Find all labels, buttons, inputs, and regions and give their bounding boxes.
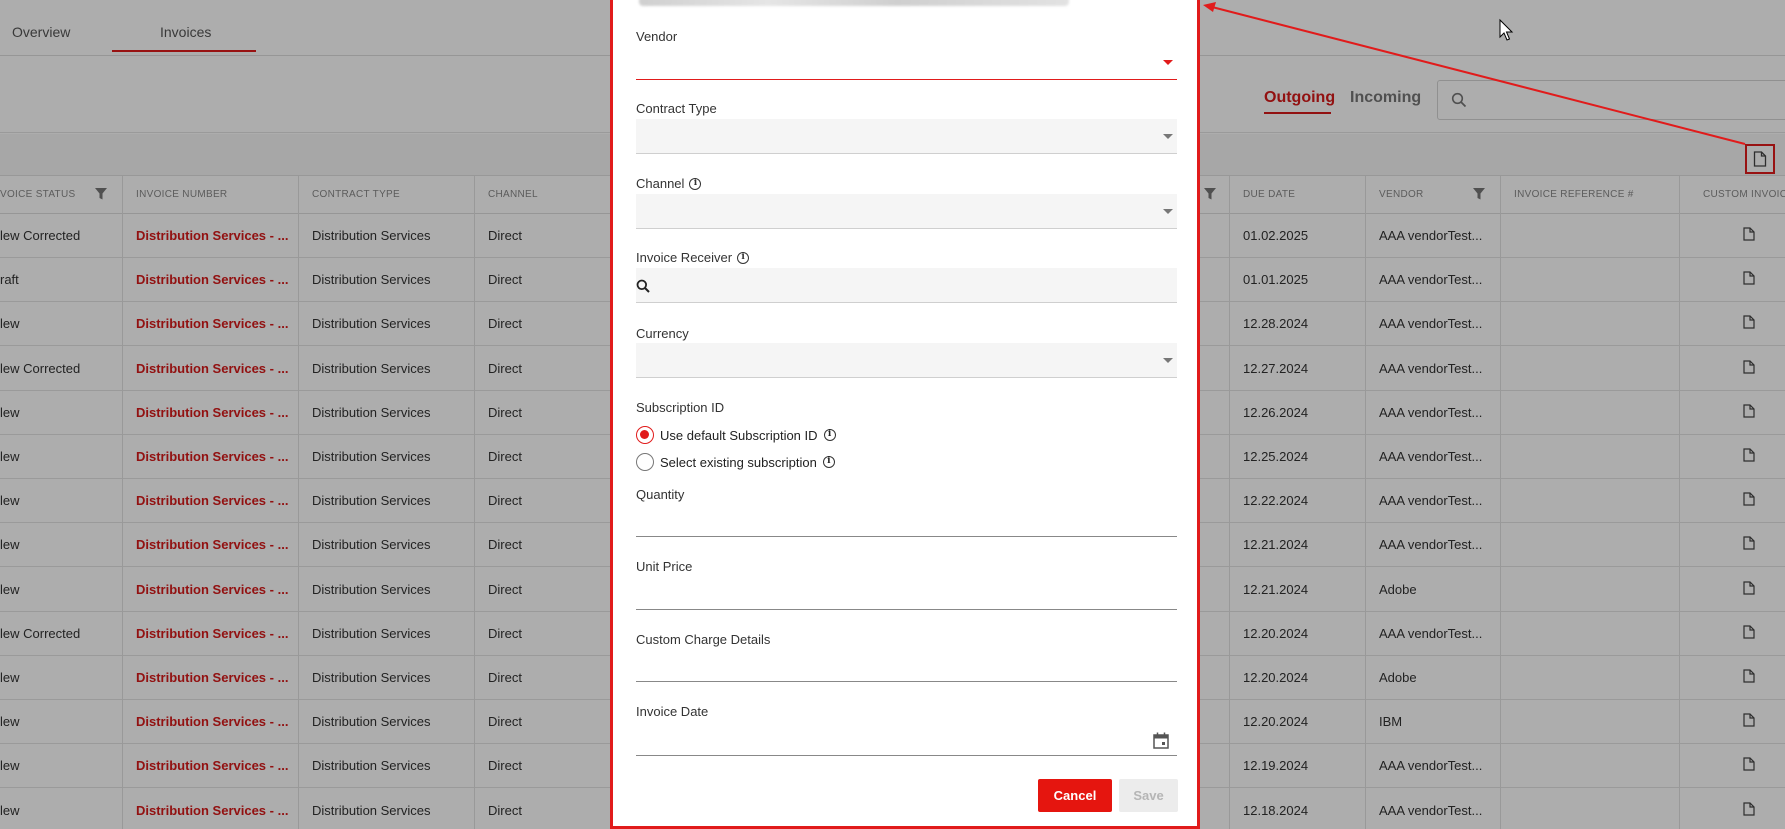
annotation-arrow: [1203, 2, 1746, 145]
cursor-icon: [1499, 18, 1514, 41]
